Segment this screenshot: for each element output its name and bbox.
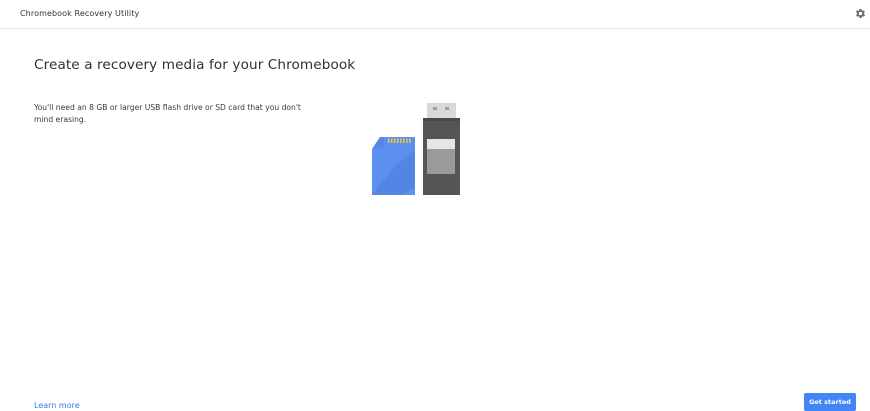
- gear-icon: [855, 8, 866, 19]
- get-started-button[interactable]: Get started: [804, 393, 856, 411]
- recovery-utility-window: Chromebook Recovery Utility Create a rec…: [0, 0, 870, 411]
- usb-drive-icon: [423, 103, 460, 195]
- sd-card-icon: [372, 137, 415, 195]
- app-title: Chromebook Recovery Utility: [20, 9, 140, 18]
- page-title: Create a recovery media for your Chromeb…: [34, 57, 356, 73]
- title-bar: Chromebook Recovery Utility: [0, 0, 870, 29]
- instructions-text: You'll need an 8 GB or larger USB flash …: [34, 103, 301, 124]
- settings-button[interactable]: [855, 8, 866, 19]
- recovery-media-illustration: [366, 98, 466, 200]
- learn-more-link[interactable]: Learn more: [34, 401, 80, 410]
